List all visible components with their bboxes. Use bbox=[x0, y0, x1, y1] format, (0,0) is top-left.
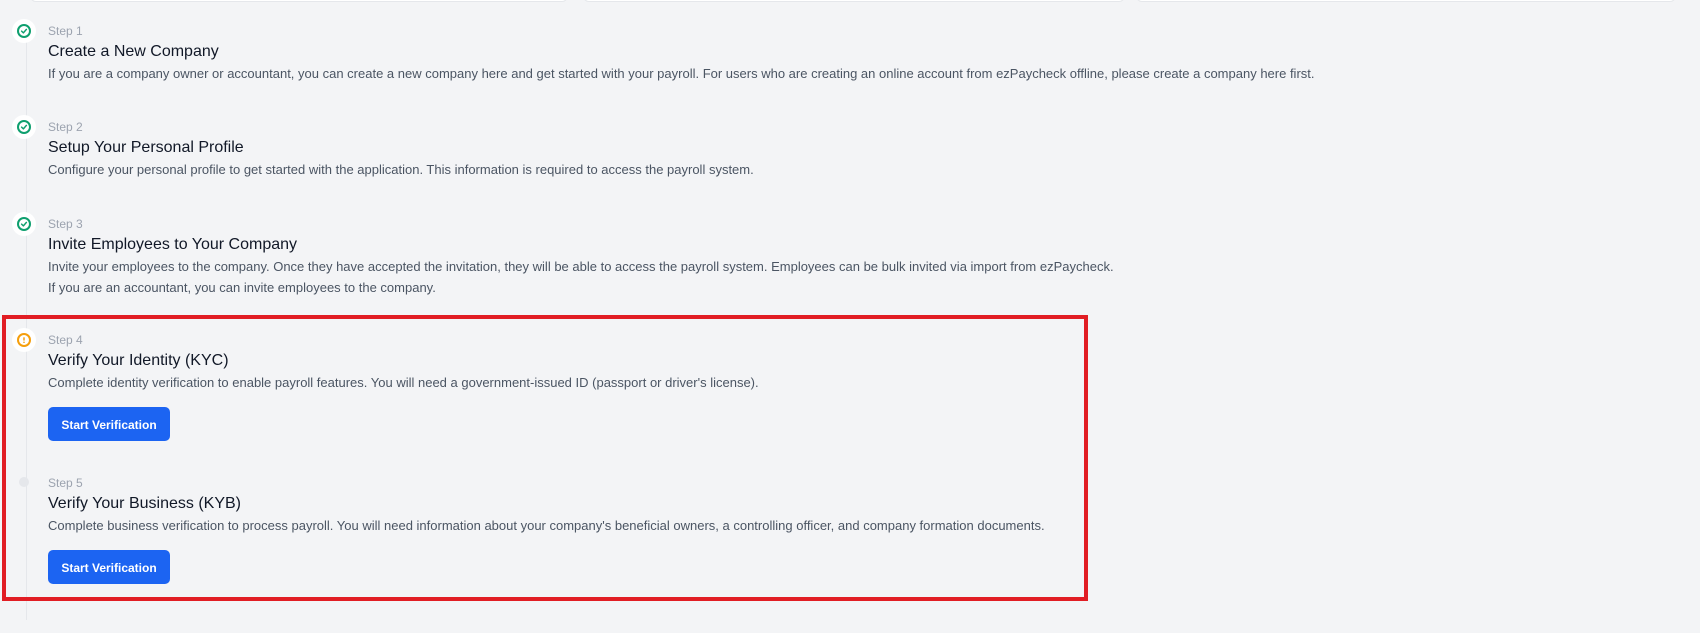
check-circle-icon bbox=[12, 212, 36, 236]
step-title: Setup Your Personal Profile bbox=[48, 139, 244, 156]
step-4: Step 4 Verify Your Identity (KYC) Comple… bbox=[12, 328, 1680, 441]
step-description: Complete business verification to proces… bbox=[48, 518, 1045, 533]
start-kyc-verification-button[interactable]: Start Verification bbox=[48, 407, 170, 441]
step-title: Invite Employees to Your Company bbox=[48, 236, 298, 253]
check-circle-icon bbox=[12, 115, 36, 139]
step-description-note: If you are an accountant, you can invite… bbox=[48, 280, 436, 295]
step-label: Step 4 bbox=[48, 333, 83, 347]
step-label: Step 3 bbox=[48, 217, 83, 231]
dot-icon bbox=[19, 477, 29, 487]
summary-card bbox=[1136, 0, 1676, 2]
step-title: Verify Your Identity (KYC) bbox=[48, 352, 229, 369]
summary-card bbox=[583, 0, 1125, 2]
step-title: Verify Your Business (KYB) bbox=[48, 495, 241, 512]
step-description: Invite your employees to the company. On… bbox=[48, 259, 1114, 274]
step-5: Step 5 Verify Your Business (KYB) Comple… bbox=[19, 471, 1680, 584]
step-title: Create a New Company bbox=[48, 43, 219, 60]
check-circle-icon bbox=[12, 19, 36, 43]
step-2: Step 2 Setup Your Personal Profile Confi… bbox=[12, 115, 1680, 180]
step-3: Step 3 Invite Employees to Your Company … bbox=[12, 212, 1680, 298]
exclamation-circle-icon bbox=[12, 328, 36, 352]
step-description: Complete identity verification to enable… bbox=[48, 375, 759, 390]
summary-card bbox=[30, 0, 568, 2]
step-description: If you are a company owner or accountant… bbox=[48, 66, 1315, 81]
step-label: Step 5 bbox=[48, 476, 83, 490]
step-description: Configure your personal profile to get s… bbox=[48, 162, 754, 177]
step-label: Step 1 bbox=[48, 24, 83, 38]
onboarding-steps-page: Step 1 Create a New Company If you are a… bbox=[0, 0, 1700, 633]
step-label: Step 2 bbox=[48, 120, 83, 134]
start-kyb-verification-button[interactable]: Start Verification bbox=[48, 550, 170, 584]
step-1: Step 1 Create a New Company If you are a… bbox=[12, 19, 1680, 84]
